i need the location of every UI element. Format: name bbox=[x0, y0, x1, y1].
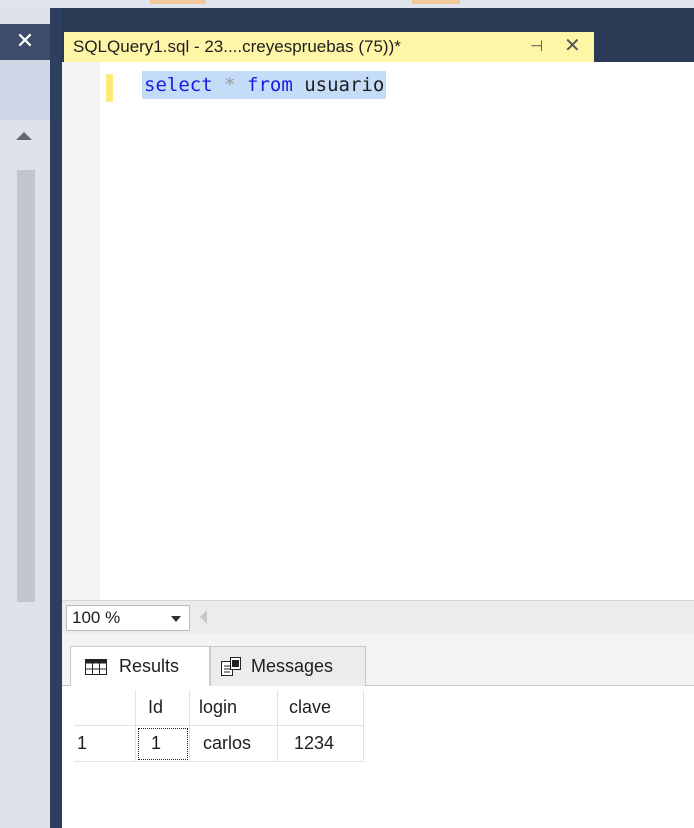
panel-selected-row[interactable] bbox=[0, 60, 50, 120]
results-tabs: Results Messages bbox=[62, 634, 694, 686]
tab-messages-label: Messages bbox=[251, 656, 334, 676]
row-number[interactable]: 1 bbox=[74, 726, 136, 762]
cell-clave[interactable]: 1234 bbox=[278, 726, 364, 762]
chevron-down-icon[interactable] bbox=[171, 616, 181, 622]
grid-icon bbox=[85, 658, 107, 675]
keyword-from: from bbox=[247, 74, 293, 96]
messages-icon bbox=[221, 656, 241, 676]
tab-title: SQLQuery1.sql - 23....creyespruebas (75)… bbox=[73, 37, 401, 56]
column-header-id[interactable]: Id bbox=[136, 690, 190, 726]
title-strip bbox=[0, 0, 694, 8]
editor-gutter bbox=[62, 62, 100, 600]
results-pane: Results Messages Id login clave 1 1 carl… bbox=[62, 634, 694, 828]
table-name: usuario bbox=[304, 74, 385, 96]
keyword-select: select bbox=[144, 74, 213, 96]
change-tracking-bar bbox=[106, 74, 113, 102]
scroll-up-arrow-icon[interactable] bbox=[16, 132, 32, 140]
query-editor[interactable]: select * from usuario bbox=[62, 62, 694, 600]
scroll-left-arrow-icon[interactable] bbox=[200, 610, 207, 624]
column-header-login[interactable]: login bbox=[190, 690, 278, 726]
cell-login[interactable]: carlos bbox=[190, 726, 278, 762]
panel-splitter[interactable] bbox=[50, 8, 62, 828]
zoom-value: 100 % bbox=[72, 608, 121, 627]
tab-sqlquery1[interactable]: SQLQuery1.sql - 23....creyespruebas (75)… bbox=[64, 32, 594, 62]
zoom-bar: 100 % bbox=[62, 600, 694, 634]
tab-strip-empty bbox=[594, 32, 694, 62]
tab-results[interactable]: Results bbox=[70, 646, 210, 686]
tab-messages[interactable]: Messages bbox=[210, 646, 366, 686]
zoom-dropdown[interactable]: 100 % bbox=[66, 605, 190, 631]
strip-accent bbox=[150, 0, 206, 4]
tab-results-label: Results bbox=[119, 656, 180, 676]
close-tab-icon[interactable]: ✕ bbox=[564, 33, 581, 57]
vertical-scrollbar[interactable] bbox=[17, 170, 35, 602]
row-header-corner bbox=[74, 690, 136, 726]
cell-id[interactable]: 1 bbox=[136, 726, 190, 762]
pin-icon[interactable]: ⊣ bbox=[530, 37, 543, 55]
code-line-1[interactable]: select * from usuario bbox=[142, 71, 387, 99]
panel-header: ✕ bbox=[0, 24, 50, 60]
column-header-clave[interactable]: clave bbox=[278, 690, 364, 726]
close-icon[interactable]: ✕ bbox=[16, 31, 34, 53]
operator-star: * bbox=[224, 74, 236, 96]
strip-accent bbox=[412, 0, 460, 4]
